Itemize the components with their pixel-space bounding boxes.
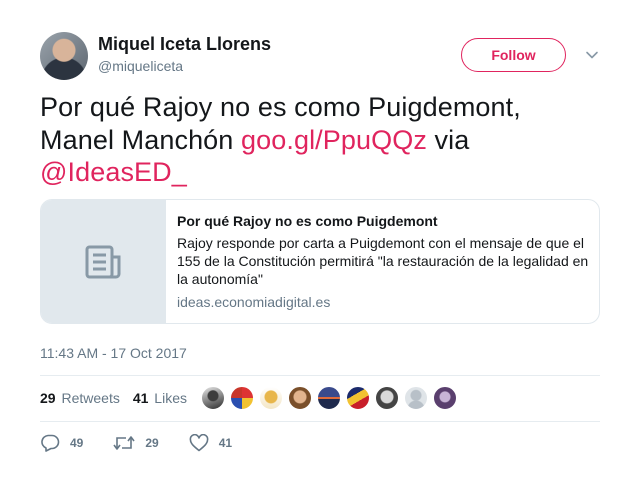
- retweets-stat-label: Retweets: [61, 390, 120, 406]
- tweet-link[interactable]: goo.gl/PpuQQz: [241, 125, 427, 155]
- avatar[interactable]: [433, 386, 457, 410]
- avatar[interactable]: [404, 386, 428, 410]
- reply-icon: [41, 434, 60, 452]
- author-handle[interactable]: @miqueliceta: [98, 58, 183, 74]
- card-body: Por qué Rajoy no es como Puigdemont Rajo…: [166, 200, 599, 323]
- likes-stat[interactable]: 41 Likes: [133, 390, 187, 406]
- avatar[interactable]: [375, 386, 399, 410]
- liker-avatars: [201, 386, 462, 410]
- reply-button[interactable]: 49: [40, 434, 83, 452]
- author-avatar[interactable]: [40, 32, 88, 80]
- retweets-stat-count: 29: [40, 390, 56, 406]
- tweet-timestamp[interactable]: 11:43 AM - 17 Oct 2017: [40, 345, 187, 361]
- avatar[interactable]: [346, 386, 370, 410]
- document-icon: [85, 245, 121, 278]
- card-description: Rajoy responde por carta a Puigdemont co…: [177, 235, 589, 287]
- follow-button[interactable]: Follow: [461, 38, 566, 72]
- likes-stat-label: Likes: [154, 390, 187, 406]
- tweet-actions: 49 29 41: [40, 434, 262, 452]
- card-title: Por qué Rajoy no es como Puigdemont: [177, 213, 438, 229]
- retweet-icon: [113, 436, 135, 450]
- heart-icon: [189, 434, 209, 452]
- author-name[interactable]: Miquel Iceta Llorens: [98, 34, 271, 55]
- retweet-count: 29: [145, 436, 159, 450]
- card-thumbnail: [41, 200, 166, 323]
- chevron-down-icon[interactable]: [585, 48, 599, 62]
- retweet-button[interactable]: 29: [113, 434, 159, 452]
- avatar[interactable]: [259, 386, 283, 410]
- avatar[interactable]: [230, 386, 254, 410]
- likes-stat-count: 41: [132, 390, 149, 406]
- tweet-text: Por qué Rajoy no es como Puigdemont, Man…: [40, 91, 600, 189]
- avatar[interactable]: [288, 386, 312, 410]
- reply-count: 49: [70, 436, 84, 450]
- divider: [40, 421, 600, 422]
- tweet-mention[interactable]: @IdeasED_: [40, 157, 187, 187]
- card-domain: ideas.economiadigital.es: [177, 294, 331, 310]
- tweet-stats: 29 Retweets 41 Likes: [40, 376, 200, 420]
- avatar[interactable]: [317, 386, 341, 410]
- like-button[interactable]: 41: [189, 434, 232, 452]
- retweets-stat[interactable]: 29 Retweets: [40, 390, 120, 406]
- like-count: 41: [218, 436, 233, 450]
- link-card[interactable]: Por qué Rajoy no es como Puigdemont Rajo…: [40, 199, 600, 324]
- tweet-text-part: via: [426, 124, 470, 155]
- avatar[interactable]: [201, 386, 225, 410]
